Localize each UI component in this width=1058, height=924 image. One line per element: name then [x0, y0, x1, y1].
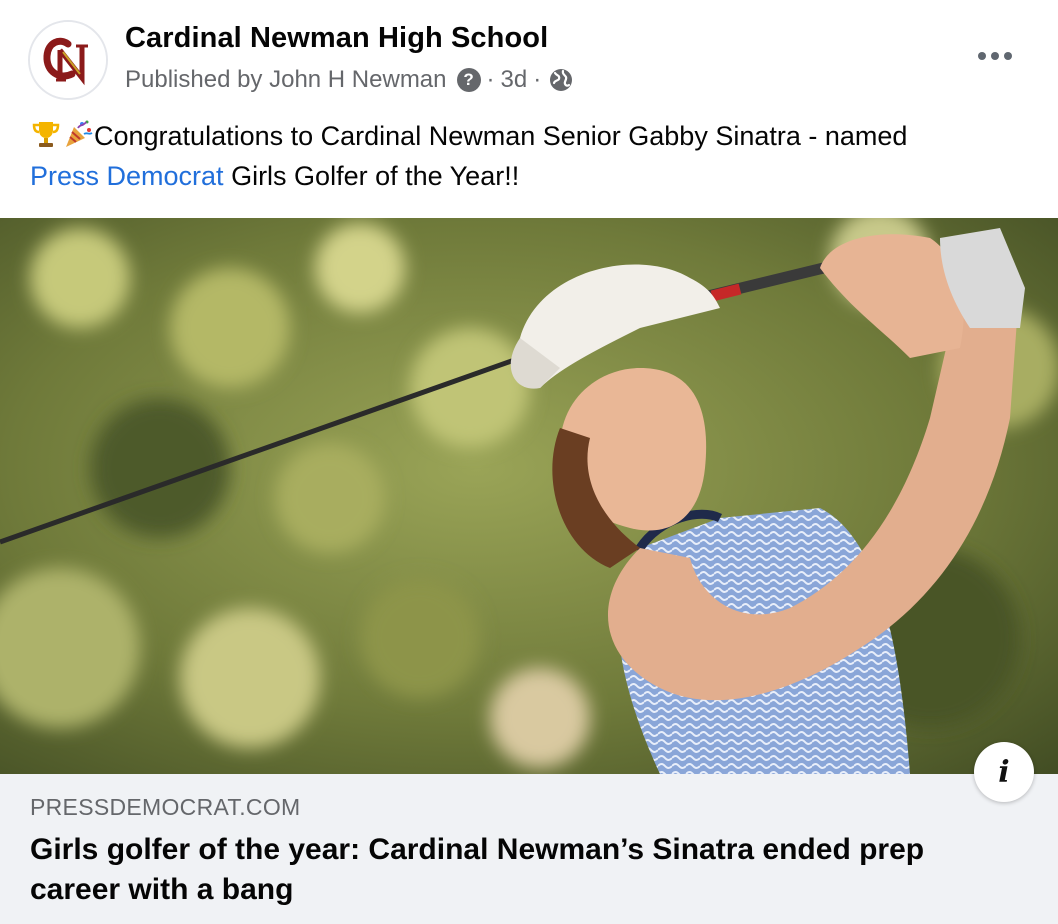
more-dot — [1004, 52, 1012, 60]
post-header: Cardinal Newman High School Published by… — [0, 0, 1058, 118]
info-icon: i — [998, 754, 1010, 790]
page-name[interactable]: Cardinal Newman High School — [125, 22, 548, 55]
press-democrat-link[interactable]: Press Democrat — [30, 161, 224, 191]
post-time[interactable]: 3d — [501, 66, 528, 94]
more-options-button[interactable] — [975, 44, 1015, 68]
published-by[interactable]: Published by John H Newman — [125, 66, 447, 94]
post-photo[interactable] — [0, 218, 1058, 774]
meta-separator: · — [486, 66, 495, 93]
page-avatar[interactable] — [28, 20, 108, 100]
link-preview[interactable]: PRESSDEMOCRAT.COM Girls golfer of the ye… — [0, 774, 1058, 924]
post-message: Congratulations to Cardinal Newman Senio… — [30, 116, 1040, 196]
link-domain: PRESSDEMOCRAT.COM — [30, 794, 301, 820]
more-dot — [978, 52, 986, 60]
golfer-photo-image — [0, 218, 1058, 774]
globe-icon[interactable] — [549, 68, 573, 92]
more-dot — [991, 52, 999, 60]
info-button[interactable]: i — [974, 742, 1034, 802]
meta-separator: · — [533, 66, 542, 93]
cn-logo-icon — [30, 22, 106, 98]
party-popper-icon — [66, 120, 93, 147]
link-headline[interactable]: Girls golfer of the year: Cardinal Newma… — [30, 830, 990, 910]
post-text-end: Girls Golfer of the Year!! — [223, 161, 520, 191]
trophy-icon — [32, 122, 60, 147]
post-text-start: Congratulations to Cardinal Newman Senio… — [94, 121, 908, 151]
help-icon[interactable]: ? — [456, 68, 481, 92]
post-meta: Published by John H Newman ? · 3d · — [125, 64, 573, 96]
